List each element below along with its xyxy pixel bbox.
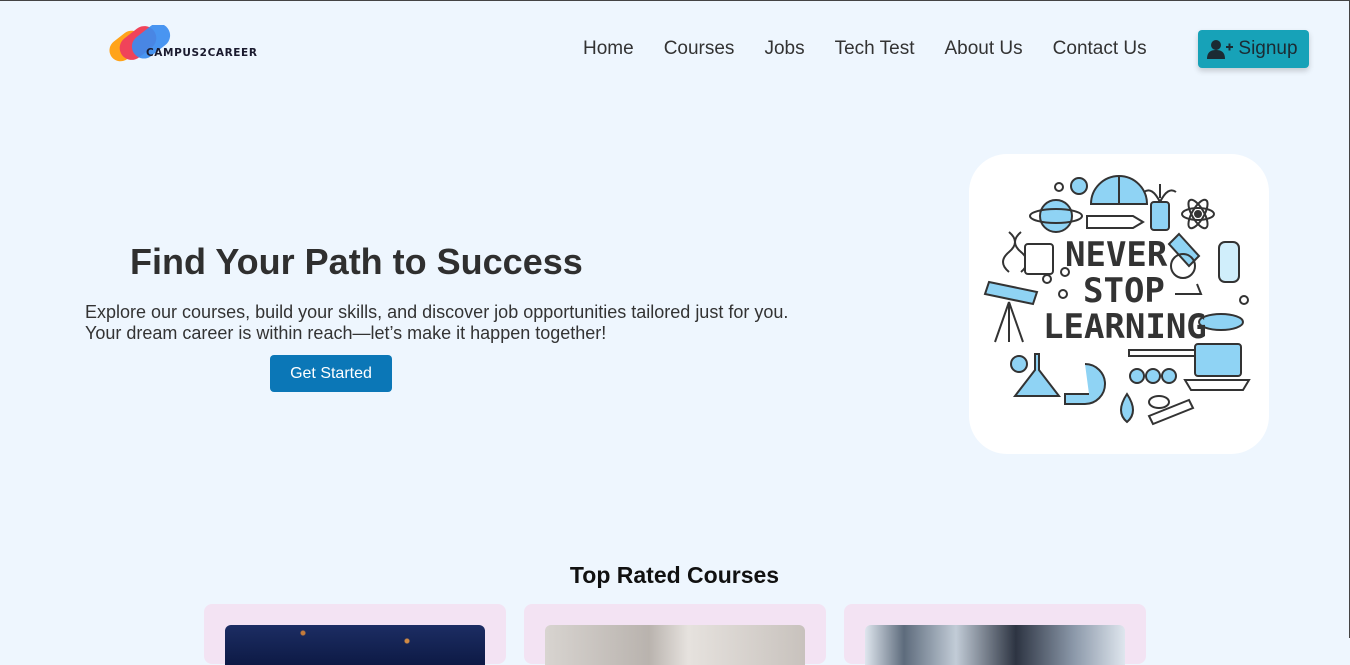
nav-home[interactable]: Home bbox=[583, 37, 634, 61]
main-nav: Home Courses Jobs Tech Test About Us Con… bbox=[583, 37, 1177, 61]
nav-courses[interactable]: Courses bbox=[664, 37, 735, 61]
course-card[interactable] bbox=[524, 604, 826, 665]
nav-about-us[interactable]: About Us bbox=[945, 37, 1023, 61]
course-card[interactable] bbox=[844, 604, 1146, 665]
nav-jobs[interactable]: Jobs bbox=[764, 37, 804, 61]
nav-tech-test[interactable]: Tech Test bbox=[835, 37, 915, 61]
course-thumbnail bbox=[865, 625, 1125, 665]
hero-title: Find Your Path to Success bbox=[130, 241, 583, 282]
nav-contact-us[interactable]: Contact Us bbox=[1053, 37, 1147, 61]
signup-button[interactable]: Signup bbox=[1198, 30, 1309, 68]
image-text-never: NEVER bbox=[1065, 235, 1168, 275]
image-text-learning: LEARNING bbox=[1043, 307, 1207, 347]
get-started-button[interactable]: Get Started bbox=[270, 355, 392, 392]
site-header: CAMPUS2CAREER Home Courses Jobs Tech Tes… bbox=[0, 1, 1349, 97]
hero-description-line-1: Explore our courses, build your skills, … bbox=[85, 302, 789, 322]
never-stop-learning-illustration: NEVER STOP LEARNING bbox=[969, 154, 1269, 454]
top-rated-courses-heading: Top Rated Courses bbox=[569, 562, 780, 588]
course-card[interactable] bbox=[204, 604, 506, 665]
hero-description: Explore our courses, build your skills, … bbox=[85, 302, 825, 344]
brand-logo[interactable]: CAMPUS2CAREER bbox=[108, 25, 278, 69]
hero-description-line-2: Your dream career is within reach—let’s … bbox=[85, 323, 607, 343]
image-text-stop: STOP bbox=[1083, 271, 1165, 311]
signup-label: Signup bbox=[1238, 38, 1298, 59]
brand-name: CAMPUS2CAREER bbox=[146, 47, 258, 59]
learning-doodle-icon: NEVER STOP LEARNING bbox=[983, 175, 1251, 426]
course-thumbnail bbox=[545, 625, 805, 665]
user-plus-icon bbox=[1207, 40, 1234, 59]
course-thumbnail bbox=[225, 625, 485, 665]
